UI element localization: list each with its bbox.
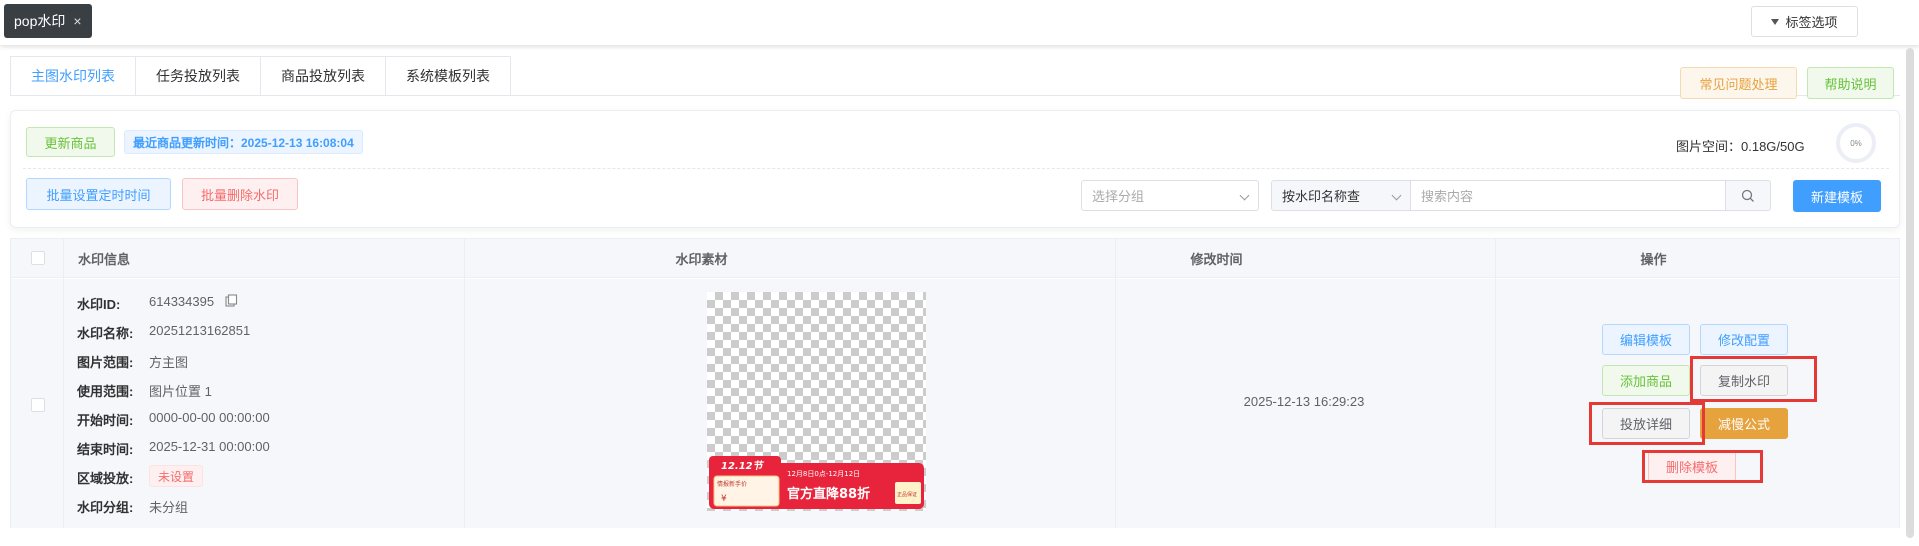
field-value: 0000-00-00 00:00:00 xyxy=(149,410,270,425)
field-image-range: 图片范围: 方主图 xyxy=(77,352,188,371)
field-usage-range: 使用范围: 图片位置 1 xyxy=(77,381,212,400)
column-divider xyxy=(1495,239,1496,528)
column-divider xyxy=(1115,239,1116,528)
search-input[interactable]: 搜索内容 xyxy=(1410,180,1726,211)
group-select[interactable]: 选择分组 xyxy=(1081,180,1259,211)
chevron-down-icon xyxy=(1391,190,1402,201)
field-end-time: 结束时间: 2025-12-31 00:00:00 xyxy=(77,439,270,458)
search-button[interactable] xyxy=(1725,180,1771,211)
divider xyxy=(23,168,1889,169)
banner-subtitle: 12月8日0点-12月12日 xyxy=(787,470,860,478)
field-label: 结束时间: xyxy=(77,442,134,457)
modified-time: 2025-12-13 16:29:23 xyxy=(1243,394,1365,409)
top-tab-bar: pop水印 × 标签选项 xyxy=(0,0,1919,45)
search-placeholder: 搜索内容 xyxy=(1421,189,1474,204)
field-value: 方主图 xyxy=(149,355,189,370)
search-type-label: 按水印名称查 xyxy=(1282,189,1361,204)
scrollbar[interactable] xyxy=(1906,48,1914,538)
search-icon xyxy=(1741,189,1754,202)
field-group: 水印分组: 未分组 xyxy=(77,497,188,516)
batch-delete-button[interactable]: 批量删除水印 xyxy=(182,178,298,210)
image-space-label: 图片空间：0.18G/50G xyxy=(1676,139,1805,154)
add-goods-button[interactable]: 添加商品 xyxy=(1602,365,1690,396)
banner-badge: 正品保证 xyxy=(897,491,917,498)
banner-festival: 12.12节 xyxy=(721,460,765,472)
field-start-time: 开始时间: 0000-00-00 00:00:00 xyxy=(77,410,270,429)
field-label: 水印名称: xyxy=(77,326,134,341)
tag-options-label: 标签选项 xyxy=(1785,15,1838,30)
highlight-box-detail xyxy=(1589,402,1705,445)
column-divider xyxy=(464,239,465,528)
header-actions: 操作 xyxy=(1640,252,1667,267)
update-goods-button[interactable]: 更新商品 xyxy=(26,127,115,157)
watermark-banner: 12.12节 12月8日0点-12月12日 情报新手价 ¥ 官方直降88折 正品… xyxy=(709,456,924,509)
tab-pop-watermark[interactable]: pop水印 × xyxy=(4,4,92,38)
table-header: 水印信息 水印素材 修改时间 操作 xyxy=(11,239,1899,278)
banner-currency: ¥ xyxy=(721,494,727,504)
header-material: 水印素材 xyxy=(675,252,728,267)
edit-template-button[interactable]: 编辑模板 xyxy=(1602,324,1690,355)
field-label: 水印ID: xyxy=(77,297,121,312)
field-label: 使用范围: xyxy=(77,384,134,399)
field-value: 未分组 xyxy=(149,500,189,515)
banner-coupon: 情报新手价 xyxy=(717,480,747,488)
header-modified: 修改时间 xyxy=(1190,252,1243,267)
field-label: 区域投放: xyxy=(77,471,134,486)
search-type-select[interactable]: 按水印名称查 xyxy=(1271,180,1411,211)
banner-headline: 官方直降88折 xyxy=(787,486,870,502)
batch-set-time-button[interactable]: 批量设置定时时间 xyxy=(26,178,171,210)
tab-system-template-list[interactable]: 系统模板列表 xyxy=(386,57,510,95)
tab-task-list[interactable]: 任务投放列表 xyxy=(136,57,261,95)
field-value: 614334395 xyxy=(149,294,215,309)
field-value: 20251213162851 xyxy=(149,323,251,338)
tag-options-button[interactable]: 标签选项 xyxy=(1751,6,1858,37)
field-label: 水印分组: xyxy=(77,500,134,515)
last-update-tag: 最近商品更新时间：2025-12-13 16:08:04 xyxy=(124,130,363,154)
row-checkbox[interactable] xyxy=(31,398,45,412)
field-watermark-id: 水印ID: 614334395 xyxy=(77,294,238,313)
field-region: 区域投放: 未设置 xyxy=(77,465,204,487)
copy-icon[interactable] xyxy=(224,294,238,308)
tab-label: pop水印 xyxy=(14,13,66,29)
space-usage-ring: 0% xyxy=(1836,123,1876,163)
space-percent: 0% xyxy=(1850,138,1862,148)
caret-down-icon xyxy=(1771,18,1780,25)
field-watermark-name: 水印名称: 20251213162851 xyxy=(77,323,250,342)
region-status-tag: 未设置 xyxy=(149,465,204,487)
tab-goods-list[interactable]: 商品投放列表 xyxy=(261,57,386,95)
field-label: 图片范围: xyxy=(77,355,134,370)
highlight-box-delete xyxy=(1642,450,1763,483)
field-value: 图片位置 1 xyxy=(149,384,212,399)
header-info: 水印信息 xyxy=(78,252,131,267)
highlight-box-copy xyxy=(1690,356,1817,402)
filter-panel: 更新商品 最近商品更新时间：2025-12-13 16:08:04 图片空间：0… xyxy=(10,110,1900,228)
field-label: 开始时间: xyxy=(77,413,134,428)
select-all-checkbox[interactable] xyxy=(31,251,45,265)
tab-main-watermark-list[interactable]: 主图水印列表 xyxy=(11,57,136,95)
chevron-down-icon xyxy=(1239,190,1250,201)
modify-config-button[interactable]: 修改配置 xyxy=(1700,324,1788,355)
group-select-placeholder: 选择分组 xyxy=(1092,189,1145,204)
close-icon[interactable]: × xyxy=(73,13,81,29)
new-template-button[interactable]: 新建模板 xyxy=(1793,180,1881,212)
column-divider xyxy=(63,239,64,528)
watermark-preview-image: 12.12节 12月8日0点-12月12日 情报新手价 ¥ 官方直降88折 正品… xyxy=(707,292,926,511)
formula-button[interactable]: 减慢公式 xyxy=(1700,408,1788,439)
sub-tabs: 主图水印列表 任务投放列表 商品投放列表 系统模板列表 xyxy=(10,56,511,96)
faq-button[interactable]: 常见问题处理 xyxy=(1680,67,1797,99)
help-button[interactable]: 帮助说明 xyxy=(1807,67,1894,99)
field-value: 2025-12-31 00:00:00 xyxy=(149,439,270,454)
